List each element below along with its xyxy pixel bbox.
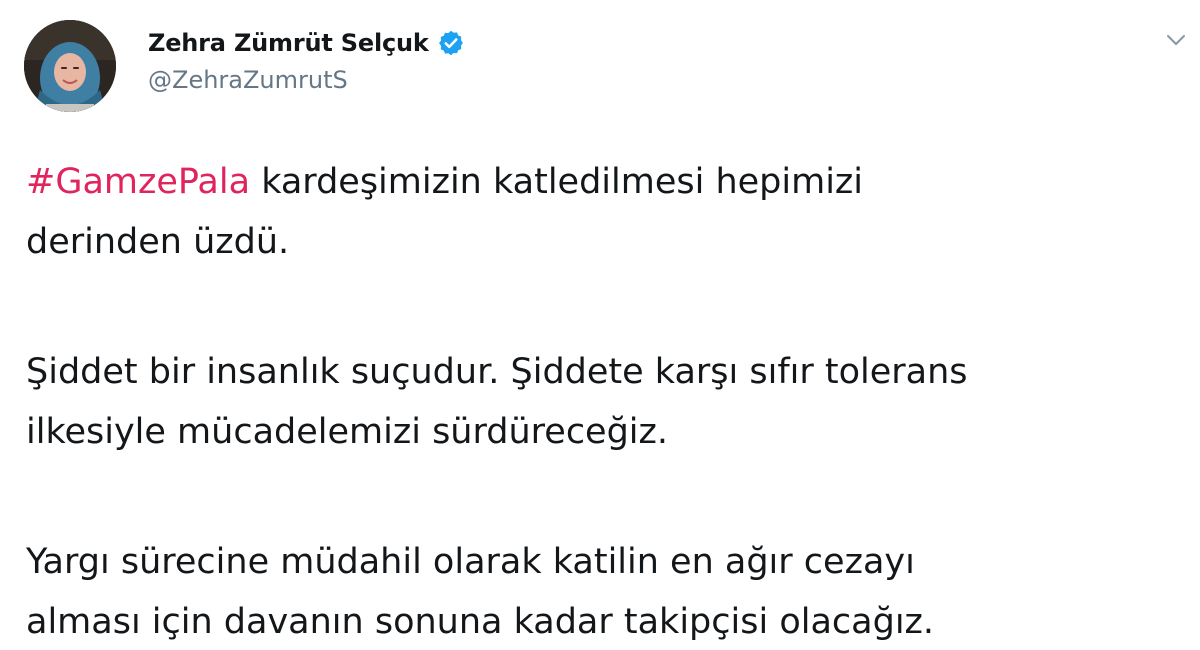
tweet-line: alması için davanın sonuna kadar takipçi… (26, 602, 935, 642)
author-display-name[interactable]: Zehra Zümrüt Selçuk (148, 29, 429, 57)
tweet-paragraph-1: #GamzePala kardeşimizin katledilmesi hep… (26, 152, 1176, 272)
chevron-down-icon[interactable] (1164, 28, 1188, 52)
hashtag-link[interactable]: #GamzePala (26, 162, 250, 202)
avatar-image (24, 20, 116, 112)
tweet-card: Zehra Zümrüt Selçuk @ZehraZumrutS #Gamze… (0, 0, 1200, 650)
tweet-line: ilkesiyle mücadelemizi sürdüreceğiz. (26, 412, 669, 452)
tweet-line: derinden üzdü. (26, 222, 290, 262)
author-avatar[interactable] (24, 20, 116, 112)
tweet-line: #GamzePala kardeşimizin katledilmesi hep… (26, 152, 1176, 212)
tweet-text: #GamzePala kardeşimizin katledilmesi hep… (26, 152, 1176, 650)
tweet-line: Yargı sürecine müdahil olarak katilin en… (26, 542, 915, 582)
tweet-paragraph-3: Yargı sürecine müdahil olarak katilin en… (26, 532, 1176, 650)
verified-badge-icon (437, 29, 465, 57)
author-name-row: Zehra Zümrüt Selçuk (148, 26, 465, 60)
author-handle[interactable]: @ZehraZumrutS (148, 66, 465, 94)
tweet-text-span: kardeşimizin katledilmesi hepimizi (250, 162, 864, 202)
tweet-paragraph-2: Şiddet bir insanlık suçudur. Şiddete kar… (26, 342, 1176, 462)
author-block: Zehra Zümrüt Selçuk @ZehraZumrutS (148, 26, 465, 94)
tweet-line: Şiddet bir insanlık suçudur. Şiddete kar… (26, 352, 968, 392)
